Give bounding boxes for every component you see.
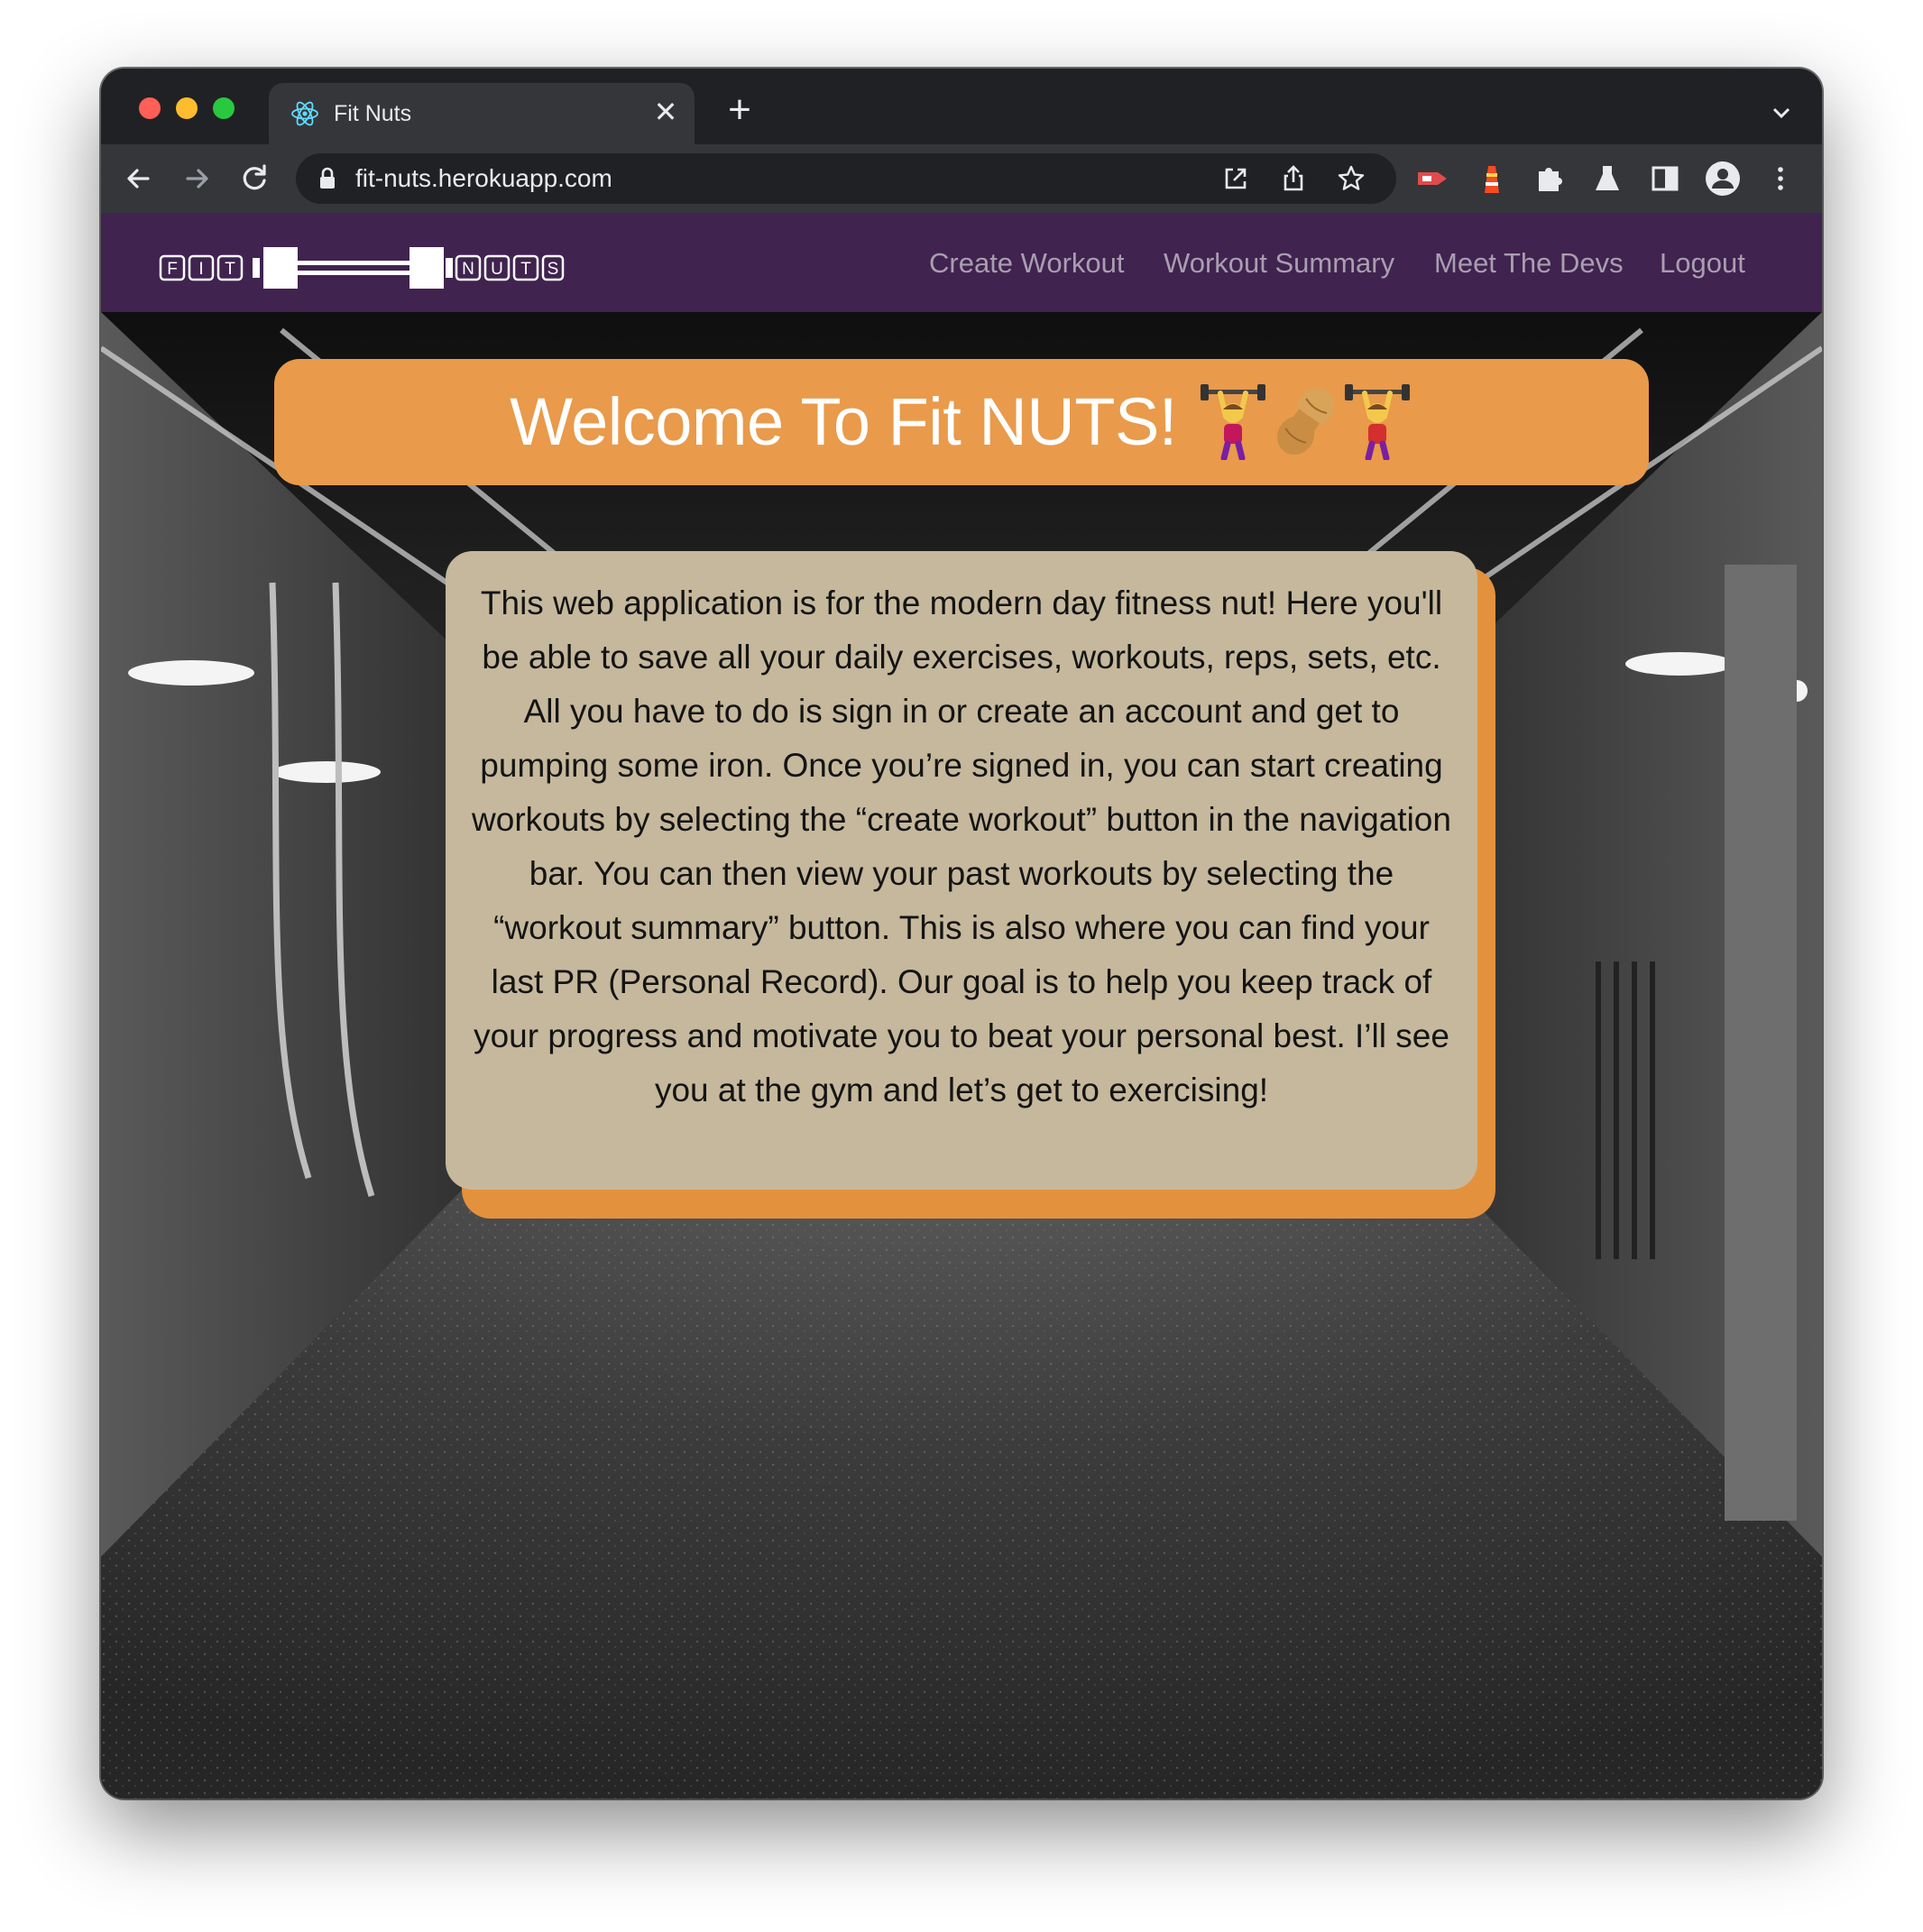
nav-workout-summary[interactable]: Workout Summary xyxy=(1164,245,1394,281)
page-viewport: F I T N U T S Create Workout Workout Sum… xyxy=(101,213,1822,1799)
tab-close-icon[interactable]: ✕ xyxy=(649,96,682,128)
address-bar[interactable]: fit-nuts.herokuapp.com xyxy=(296,153,1396,204)
logo-letter: F xyxy=(167,260,178,279)
woman-lifting-weights-icon xyxy=(1200,384,1265,460)
logo-letter: U xyxy=(491,260,503,279)
browser-tab[interactable]: Fit Nuts ✕ xyxy=(269,83,695,144)
site-navbar: F I T N U T S Create Workout Workout Sum… xyxy=(101,213,1822,312)
logo-letter: S xyxy=(547,260,559,279)
tab-strip: Fit Nuts ✕ + xyxy=(101,69,1822,144)
open-in-app-icon[interactable] xyxy=(1219,162,1252,195)
puzzle-piece-icon[interactable] xyxy=(1532,161,1568,197)
close-window-button[interactable] xyxy=(139,97,161,119)
chevron-down-icon[interactable] xyxy=(1768,99,1795,126)
side-panel-icon[interactable] xyxy=(1647,161,1683,197)
red-tag-extension-icon[interactable] xyxy=(1414,161,1450,197)
barbell-icon xyxy=(253,247,453,289)
back-arrow-icon[interactable] xyxy=(119,159,159,198)
welcome-banner: Welcome To Fit NUTS! xyxy=(274,359,1649,485)
maximize-window-button[interactable] xyxy=(213,97,235,119)
nav-meet-the-devs[interactable]: Meet The Devs xyxy=(1434,245,1624,281)
description-text: This web application is for the modern d… xyxy=(472,584,1451,1109)
welcome-title: Welcome To Fit NUTS! xyxy=(510,384,1177,459)
logo-letter: T xyxy=(520,260,531,279)
profile-avatar-icon[interactable] xyxy=(1705,161,1741,197)
flask-icon[interactable] xyxy=(1589,161,1625,197)
logo-letter: I xyxy=(198,260,203,279)
react-atom-icon xyxy=(291,101,318,126)
star-icon[interactable] xyxy=(1335,162,1367,195)
new-tab-button[interactable]: + xyxy=(722,90,758,130)
minimize-window-button[interactable] xyxy=(176,97,198,119)
url-text[interactable]: fit-nuts.herokuapp.com xyxy=(355,164,612,193)
peanut-icon xyxy=(1276,388,1335,455)
fit-nuts-logo[interactable]: F I T N U T S xyxy=(159,245,565,290)
tab-title: Fit Nuts xyxy=(334,101,412,126)
welcome-emojis xyxy=(1197,384,1413,460)
kebab-menu-icon[interactable] xyxy=(1762,161,1799,197)
browser-toolbar: fit-nuts.herokuapp.com xyxy=(101,144,1822,213)
reload-icon[interactable] xyxy=(235,159,274,198)
lighthouse-icon[interactable] xyxy=(1474,161,1510,197)
nav-create-workout[interactable]: Create Workout xyxy=(929,245,1125,281)
woman-lifting-weights-icon xyxy=(1344,384,1410,460)
forward-arrow-icon[interactable] xyxy=(177,159,216,198)
lock-icon[interactable] xyxy=(317,166,337,191)
nav-logout[interactable]: Logout xyxy=(1660,245,1745,281)
logo-letter: T xyxy=(225,260,235,279)
share-icon[interactable] xyxy=(1277,162,1310,195)
description-card: This web application is for the modern d… xyxy=(446,551,1477,1190)
logo-letter: N xyxy=(462,260,474,279)
browser-window: Fit Nuts ✕ + fit-nuts.herokuapp.com F I … xyxy=(101,69,1822,1799)
